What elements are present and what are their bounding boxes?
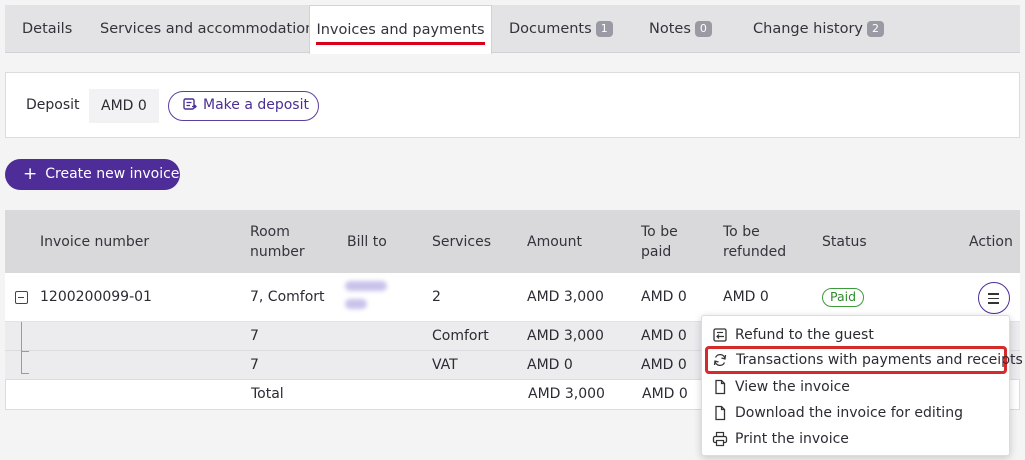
tab-label: Invoices and payments <box>316 20 485 45</box>
tab-notes[interactable]: Notes 0 <box>649 5 712 53</box>
menu-item-print-invoice[interactable]: Print the invoice <box>702 426 1009 452</box>
tab-label: Change history <box>753 21 863 37</box>
collapse-icon[interactable] <box>15 291 28 304</box>
header-status: Status <box>822 234 867 250</box>
deposit-panel: Deposit AMD 0 Make a deposit <box>5 72 1020 138</box>
item-amount: AMD 0 <box>527 357 573 373</box>
tree-connector <box>21 322 29 374</box>
menu-item-label: Print the invoice <box>735 431 849 447</box>
plus-icon: + <box>23 164 38 184</box>
room-number: 7, Comfort <box>250 289 325 305</box>
to-be-refunded: AMD 0 <box>723 289 769 305</box>
total-amount: AMD 3,000 <box>528 386 605 402</box>
item-service: Comfort <box>432 328 489 344</box>
create-invoice-label: Create new invoice <box>45 166 180 182</box>
to-be-paid: AMD 0 <box>641 289 687 305</box>
deposit-icon <box>183 98 197 110</box>
deposit-value: AMD 0 <box>89 89 159 123</box>
tab-bar: Details Services and accommodation Invoi… <box>5 5 1020 54</box>
tab-details[interactable]: Details <box>22 5 72 53</box>
menu-item-download-invoice[interactable]: Download the invoice for editing <box>702 400 1009 426</box>
item-room: 7 <box>250 357 259 373</box>
menu-item-refund[interactable]: Refund to the guest <box>702 322 1009 348</box>
menu-item-transactions[interactable]: Transactions with payments and receipts <box>705 346 1023 374</box>
menu-item-label: Download the invoice for editing <box>735 405 963 421</box>
header-services: Services <box>432 234 492 250</box>
header-invoice-number: Invoice number <box>40 234 150 250</box>
item-to-be-paid: AMD 0 <box>641 328 687 344</box>
amount: AMD 3,000 <box>527 289 604 305</box>
menu-item-view-invoice[interactable]: View the invoice <box>702 374 1009 400</box>
menu-item-label: Transactions with payments and receipts <box>736 352 1023 368</box>
item-to-be-paid: AMD 0 <box>641 357 687 373</box>
status-badge: Paid <box>822 288 865 307</box>
header-action: Action <box>969 234 1013 250</box>
invoice-number: 1200200099-01 <box>40 289 152 305</box>
tab-change-history[interactable]: Change history 2 <box>753 5 884 53</box>
header-bill-to: Bill to <box>347 234 387 250</box>
tab-services-and-accommodation[interactable]: Services and accommodation <box>100 5 314 53</box>
create-invoice-button[interactable]: + Create new invoice <box>5 159 180 190</box>
tab-documents[interactable]: Documents 1 <box>509 5 613 53</box>
deposit-label: Deposit <box>26 97 80 113</box>
total-to-be-paid: AMD 0 <box>642 386 688 402</box>
header-amount: Amount <box>527 234 583 250</box>
make-deposit-button[interactable]: Make a deposit <box>168 91 319 121</box>
menu-item-label: View the invoice <box>735 379 850 395</box>
action-menu-button[interactable] <box>978 282 1010 314</box>
make-deposit-label: Make a deposit <box>203 97 309 113</box>
document-icon <box>715 379 726 395</box>
count-badge: 2 <box>867 21 884 37</box>
header-room-number-line1: Room <box>250 224 290 240</box>
count-badge: 0 <box>694 21 712 37</box>
bill-to-blurred <box>345 281 389 315</box>
header-to-be-paid-line2: paid <box>641 244 672 260</box>
total-label: Total <box>251 386 284 402</box>
item-room: 7 <box>250 328 259 344</box>
tab-label: Details <box>22 21 73 37</box>
item-amount: AMD 3,000 <box>527 328 604 344</box>
menu-icon-line <box>988 293 999 295</box>
action-dropdown-menu: Refund to the guest Transactions with pa… <box>701 315 1023 456</box>
tree-connector <box>21 351 29 352</box>
count-badge: 1 <box>595 21 613 37</box>
menu-icon-line <box>988 302 999 304</box>
menu-icon-line <box>988 297 999 300</box>
refund-icon <box>713 328 727 342</box>
menu-item-label: Refund to the guest <box>735 327 874 343</box>
tab-label: Services and accommodation <box>100 21 315 37</box>
services-count: 2 <box>432 289 441 305</box>
item-service: VAT <box>432 357 458 373</box>
document-icon <box>715 405 726 421</box>
header-to-be-paid-line1: To be <box>641 224 678 240</box>
tab-label: Notes <box>649 21 691 37</box>
refresh-icon <box>713 353 727 367</box>
header-to-be-refunded-line1: To be <box>723 224 760 240</box>
printer-icon <box>712 431 728 447</box>
tab-invoices-and-payments[interactable]: Invoices and payments <box>309 5 492 54</box>
header-room-number-line2: number <box>250 244 305 260</box>
tab-label: Documents <box>509 21 592 37</box>
table-header: Invoice number Room number Bill to Servi… <box>5 210 1020 273</box>
header-to-be-refunded-line2: refunded <box>723 244 787 260</box>
